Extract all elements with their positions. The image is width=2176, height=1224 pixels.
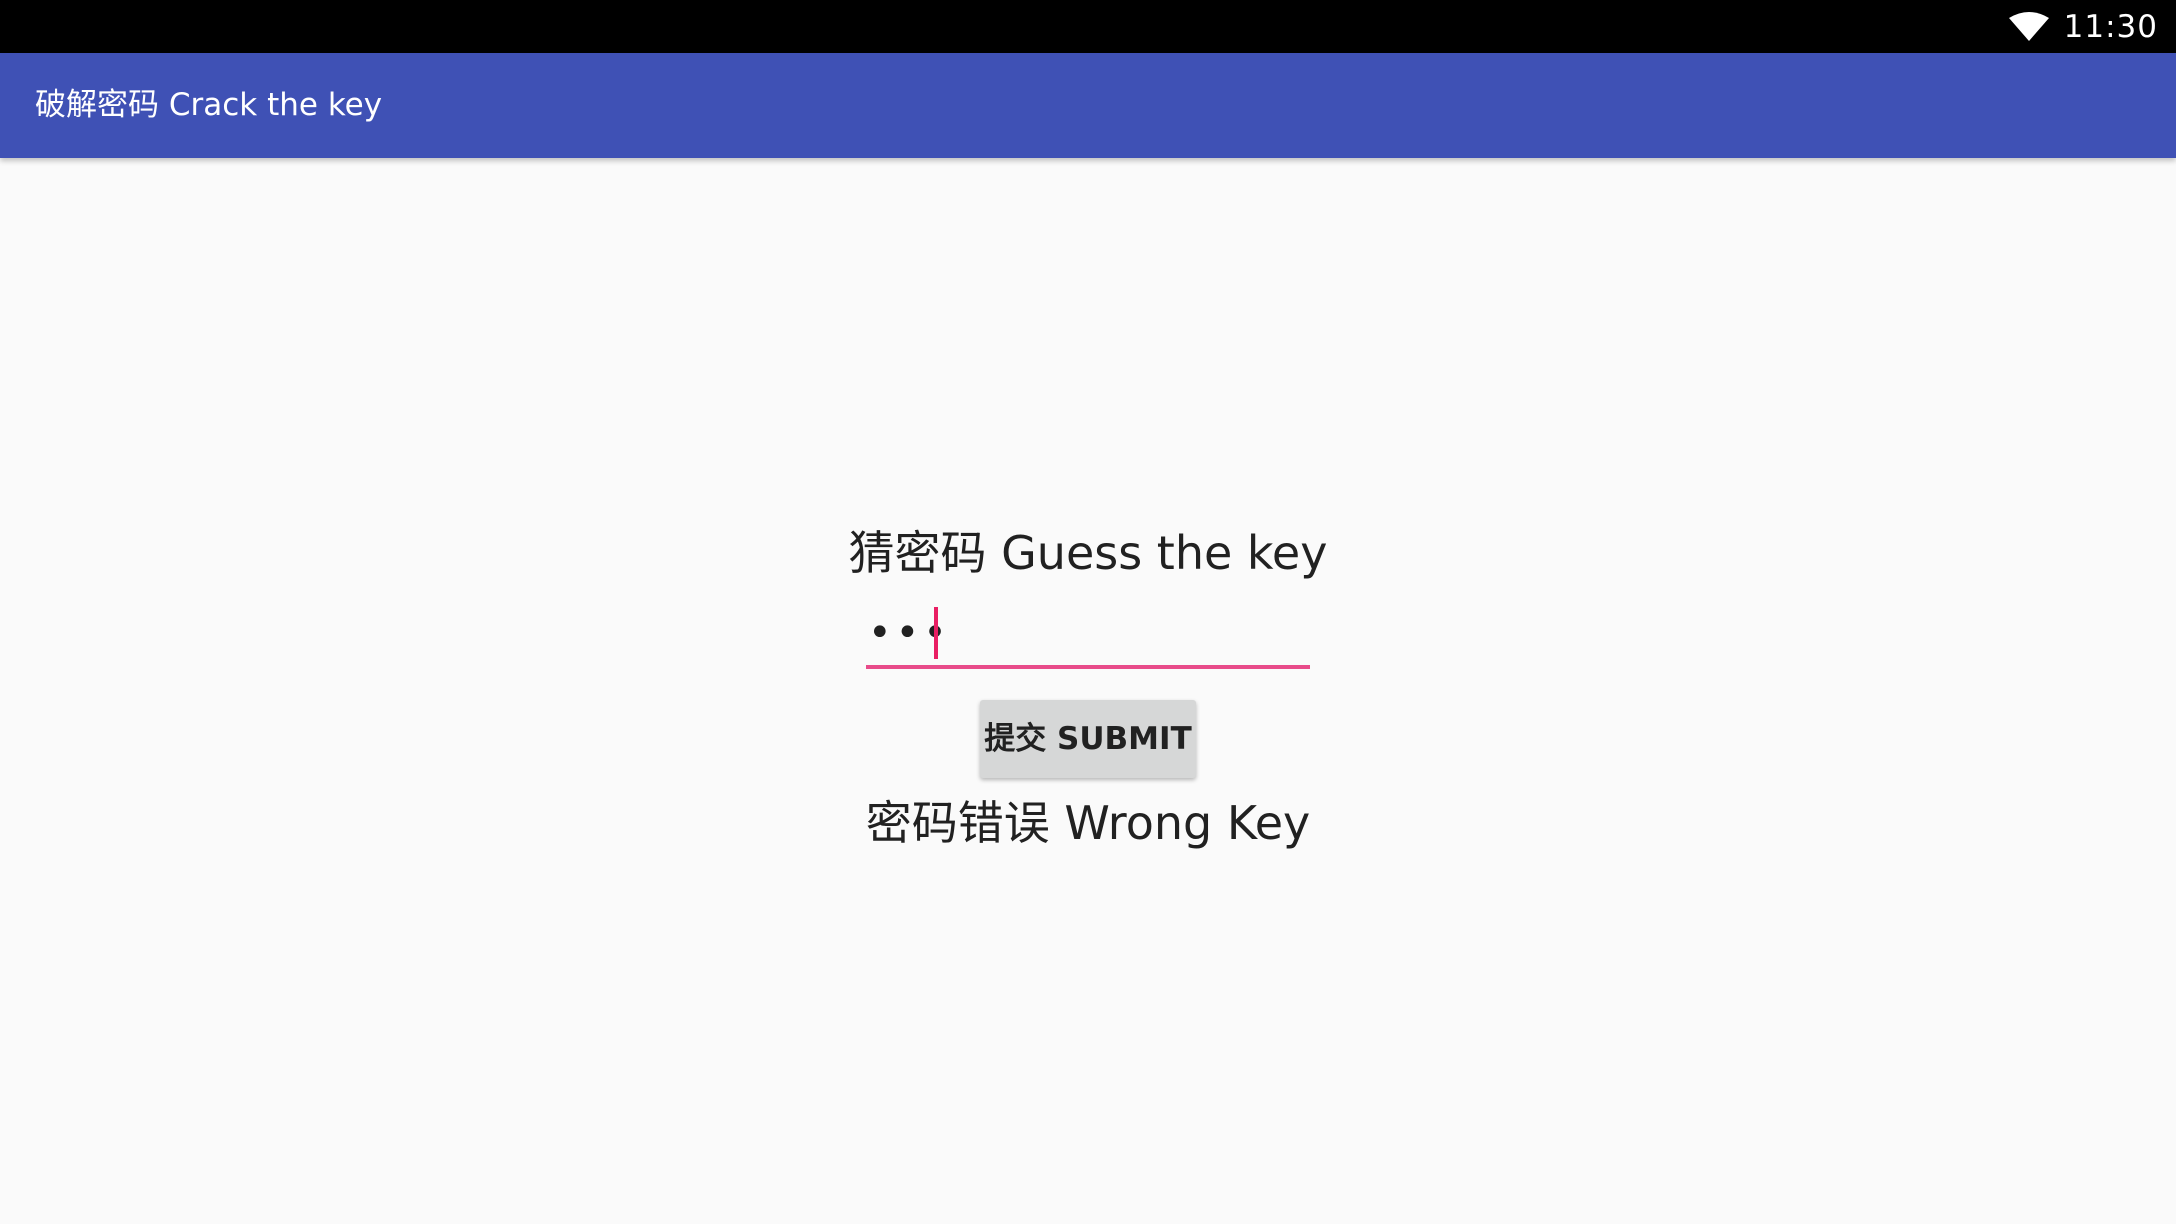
app-title: 破解密码 Crack the key bbox=[35, 87, 383, 123]
status-time: 11:30 bbox=[2063, 8, 2158, 45]
status-icons: 11:30 bbox=[2008, 0, 2158, 53]
text-cursor bbox=[934, 607, 938, 659]
main-content: 猜密码 Guess the key ••• 提交 SUBMIT 密码错误 Wro… bbox=[0, 158, 2176, 1224]
input-underline bbox=[866, 665, 1310, 669]
result-message: 密码错误 Wrong Key bbox=[865, 796, 1311, 850]
wifi-icon bbox=[2008, 11, 2049, 41]
status-bar: 11:30 bbox=[0, 0, 2176, 53]
password-input[interactable]: ••• bbox=[866, 605, 1310, 669]
app-bar: 破解密码 Crack the key bbox=[0, 53, 2176, 158]
submit-button[interactable]: 提交 SUBMIT bbox=[980, 700, 1196, 778]
guess-prompt-label: 猜密码 Guess the key bbox=[848, 526, 1328, 580]
password-input-value: ••• bbox=[868, 610, 951, 656]
